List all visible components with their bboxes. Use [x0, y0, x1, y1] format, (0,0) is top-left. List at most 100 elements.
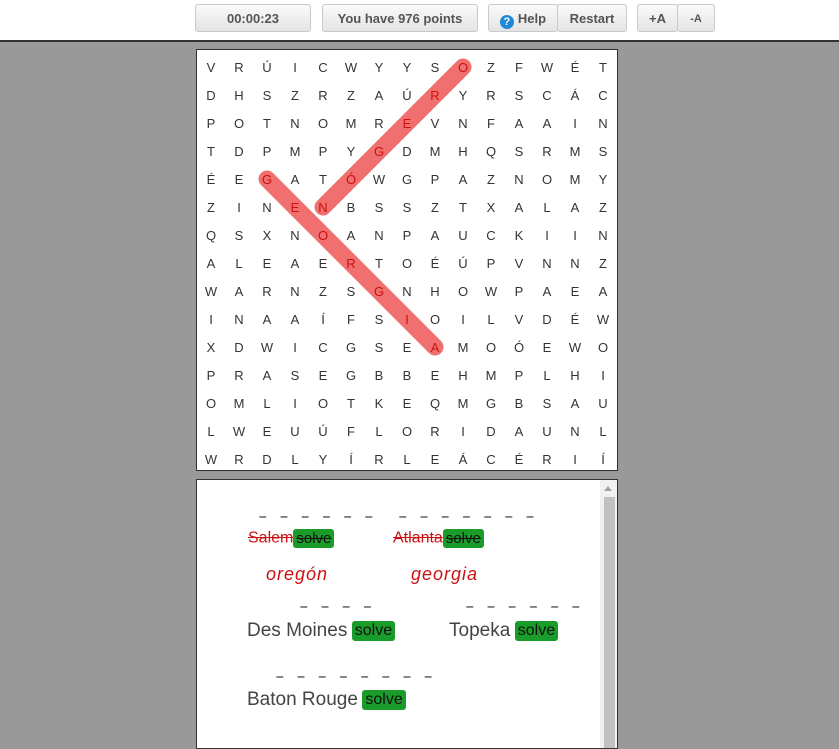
- grid-cell[interactable]: Á: [571, 88, 580, 103]
- grid-cell[interactable]: T: [375, 256, 383, 271]
- grid-cell[interactable]: O: [402, 256, 412, 271]
- grid-cell[interactable]: I: [405, 312, 409, 327]
- grid-cell[interactable]: S: [431, 60, 440, 75]
- grid-cell[interactable]: Y: [375, 60, 384, 75]
- grid-cell[interactable]: X: [263, 228, 272, 243]
- grid-cell[interactable]: C: [486, 452, 495, 467]
- grid-cell[interactable]: Y: [599, 172, 608, 187]
- grid-cell[interactable]: D: [262, 452, 271, 467]
- grid-cell[interactable]: Q: [206, 228, 216, 243]
- grid-cell[interactable]: R: [346, 256, 355, 271]
- grid-cell[interactable]: O: [598, 340, 608, 355]
- grid-cell[interactable]: A: [515, 116, 524, 131]
- grid-cell[interactable]: B: [403, 368, 412, 383]
- letter-grid[interactable]: V R Ú I C W Y Y S O Z F W É TD H S Z R Z A Ú R Y R S C Á CP O T N O M R E V N…: [197, 50, 617, 470]
- grid-cell[interactable]: W: [205, 284, 218, 299]
- grid-cell[interactable]: S: [235, 228, 244, 243]
- grid-cell[interactable]: Z: [319, 284, 327, 299]
- grid-cell[interactable]: V: [431, 116, 440, 131]
- grid-cell[interactable]: S: [263, 88, 272, 103]
- grid-cell[interactable]: R: [262, 284, 271, 299]
- grid-cell[interactable]: G: [486, 396, 496, 411]
- grid-cell[interactable]: O: [234, 116, 244, 131]
- grid-cell[interactable]: P: [487, 256, 496, 271]
- grid-cell[interactable]: A: [291, 172, 300, 187]
- grid-cell[interactable]: C: [318, 340, 327, 355]
- grid-cell[interactable]: T: [459, 200, 467, 215]
- grid-cell[interactable]: É: [515, 452, 524, 467]
- grid-cell[interactable]: P: [515, 284, 524, 299]
- grid-cell[interactable]: X: [207, 340, 216, 355]
- grid-cell[interactable]: Q: [430, 396, 440, 411]
- grid-cell[interactable]: S: [375, 200, 384, 215]
- grid-cell[interactable]: É: [571, 60, 580, 75]
- grid-cell[interactable]: V: [515, 312, 524, 327]
- grid-cell[interactable]: Y: [347, 144, 356, 159]
- grid-cell[interactable]: E: [403, 116, 412, 131]
- grid-cell[interactable]: G: [346, 340, 356, 355]
- grid-cell[interactable]: U: [290, 424, 299, 439]
- grid-cell[interactable]: S: [515, 88, 524, 103]
- grid-cell[interactable]: W: [205, 452, 218, 467]
- grid-cell[interactable]: M: [486, 368, 497, 383]
- solve-button[interactable]: solve: [442, 529, 484, 548]
- grid-cell[interactable]: D: [542, 312, 551, 327]
- help-button[interactable]: ? Help: [488, 4, 558, 32]
- grid-cell[interactable]: W: [345, 60, 358, 75]
- grid-cell[interactable]: Y: [459, 88, 468, 103]
- grid-cell[interactable]: Q: [486, 144, 496, 159]
- grid-cell[interactable]: N: [542, 256, 551, 271]
- grid-cell[interactable]: D: [234, 144, 243, 159]
- grid-cell[interactable]: O: [318, 116, 328, 131]
- grid-cell[interactable]: G: [402, 172, 412, 187]
- grid-cell[interactable]: A: [515, 424, 524, 439]
- grid-cell[interactable]: E: [571, 284, 580, 299]
- grid-cell[interactable]: R: [374, 452, 383, 467]
- grid-cell[interactable]: L: [291, 452, 298, 467]
- grid-cell[interactable]: E: [319, 256, 328, 271]
- grid-cell[interactable]: A: [431, 340, 440, 355]
- grid-cell[interactable]: S: [375, 340, 384, 355]
- grid-cell[interactable]: F: [515, 60, 523, 75]
- grid-cell[interactable]: A: [543, 284, 552, 299]
- grid-cell[interactable]: A: [291, 312, 300, 327]
- grid-cell[interactable]: I: [293, 60, 297, 75]
- grid-cell[interactable]: R: [430, 424, 439, 439]
- grid-cell[interactable]: R: [542, 452, 551, 467]
- grid-cell[interactable]: C: [598, 88, 607, 103]
- grid-cell[interactable]: A: [291, 256, 300, 271]
- grid-cell[interactable]: Ú: [262, 60, 271, 75]
- grid-cell[interactable]: G: [374, 144, 384, 159]
- grid-cell[interactable]: Í: [321, 312, 325, 327]
- grid-cell[interactable]: R: [234, 60, 243, 75]
- restart-button[interactable]: Restart: [557, 4, 627, 32]
- grid-cell[interactable]: Á: [459, 452, 468, 467]
- grid-cell[interactable]: O: [318, 228, 328, 243]
- grid-cell[interactable]: I: [545, 228, 549, 243]
- grid-cell[interactable]: D: [486, 424, 495, 439]
- grid-cell[interactable]: É: [431, 256, 440, 271]
- grid-cell[interactable]: O: [486, 340, 496, 355]
- grid-cell[interactable]: A: [263, 368, 272, 383]
- grid-cell[interactable]: Y: [319, 452, 328, 467]
- grid-cell[interactable]: A: [263, 312, 272, 327]
- scrollbar[interactable]: [600, 480, 617, 748]
- grid-cell[interactable]: U: [542, 424, 551, 439]
- grid-cell[interactable]: P: [263, 144, 272, 159]
- grid-cell[interactable]: W: [569, 340, 582, 355]
- grid-cell[interactable]: P: [319, 144, 328, 159]
- grid-cell[interactable]: E: [431, 452, 440, 467]
- grid-cell[interactable]: X: [487, 200, 496, 215]
- grid-cell[interactable]: I: [209, 312, 213, 327]
- grid-cell[interactable]: S: [599, 144, 608, 159]
- grid-cell[interactable]: A: [375, 88, 384, 103]
- grid-cell[interactable]: S: [515, 144, 524, 159]
- grid-cell[interactable]: L: [543, 200, 550, 215]
- grid-cell[interactable]: T: [263, 116, 271, 131]
- grid-cell[interactable]: T: [347, 396, 355, 411]
- grid-cell[interactable]: E: [291, 200, 300, 215]
- font-decrease-button[interactable]: -A: [677, 4, 715, 32]
- grid-cell[interactable]: M: [458, 340, 469, 355]
- grid-cell[interactable]: M: [346, 116, 357, 131]
- grid-cell[interactable]: E: [403, 340, 412, 355]
